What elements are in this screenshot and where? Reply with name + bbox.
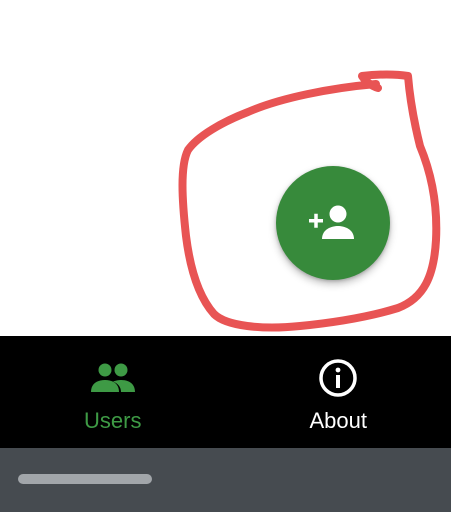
nav-item-about[interactable]: About xyxy=(226,336,451,448)
main-content xyxy=(0,0,451,336)
nav-item-users[interactable]: Users xyxy=(0,336,226,448)
person-add-icon xyxy=(309,205,354,239)
system-navigation-area xyxy=(0,448,451,512)
bottom-navigation-bar: Users About xyxy=(0,336,451,448)
info-icon xyxy=(318,358,358,398)
add-user-fab-button[interactable] xyxy=(276,166,390,280)
nav-label-about: About xyxy=(309,408,368,433)
gesture-handle[interactable] xyxy=(18,474,152,484)
nav-label-users: Users xyxy=(84,408,142,433)
people-icon xyxy=(89,358,137,398)
